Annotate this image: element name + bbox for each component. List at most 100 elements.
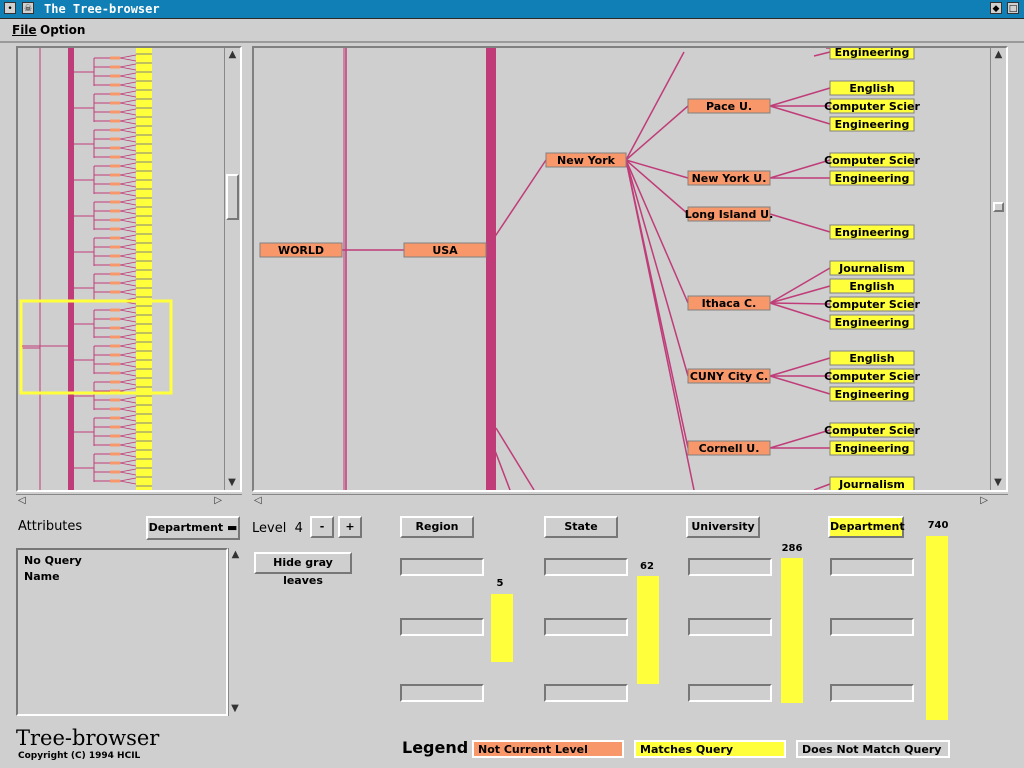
node-department[interactable]: Engineering (829, 170, 915, 186)
scroll-up-arrow-icon[interactable]: ▲ (225, 48, 240, 62)
svg-text:Computer Scier: Computer Scier (824, 370, 920, 383)
tree-view-panel[interactable]: WORLD USA New York Pace U. New York U. Long I… (252, 46, 1008, 492)
scroll-left-arrow-icon[interactable]: ◁ (254, 494, 262, 508)
svg-text:Computer Scier: Computer Scier (824, 154, 920, 167)
node-department[interactable]: Engineering (829, 116, 915, 132)
svg-text:Computer Scier: Computer Scier (824, 100, 920, 113)
overview-vscrollbar[interactable]: ▲ ▼ (224, 48, 240, 490)
node-university[interactable]: New York U. (687, 170, 771, 186)
minimize-button[interactable]: ◆ (990, 2, 1002, 14)
hide-gray-leaves-button[interactable]: Hide gray leaves (254, 552, 352, 587)
node-university[interactable]: Cornell U. (687, 440, 771, 456)
copyright-text: Copyright (C) 1994 HCIL (18, 751, 141, 761)
node-department[interactable]: English (829, 350, 915, 366)
node-department[interactable]: Computer Scier (824, 422, 921, 438)
university-filter-bottom[interactable] (688, 684, 772, 702)
attribute-item-name[interactable]: Name (24, 569, 220, 585)
svg-text:WORLD: WORLD (278, 244, 324, 257)
department-filter-top[interactable] (830, 558, 914, 576)
state-count: 62 (640, 561, 654, 572)
svg-text:English: English (849, 82, 894, 95)
node-department[interactable]: English (829, 278, 915, 294)
maximize-button[interactable]: □ (1007, 2, 1019, 14)
region-filter-top[interactable] (400, 558, 484, 576)
tree-hscrollbar[interactable]: ◁ ▷ (252, 494, 1008, 508)
svg-text:Engineering: Engineering (835, 48, 910, 59)
node-department[interactable]: Computer Scier (824, 98, 921, 114)
node-department[interactable]: Computer Scier (824, 368, 921, 384)
level-decrease-button[interactable]: - (310, 516, 334, 538)
department-count-bar (926, 536, 948, 720)
university-count-bar (781, 558, 803, 703)
state-filter-mid[interactable] (544, 618, 628, 636)
scroll-up-arrow-icon[interactable]: ▲ (229, 548, 242, 562)
level-increase-button[interactable]: + (338, 516, 362, 538)
node-department[interactable]: Engineering (829, 224, 915, 240)
department-filter-bottom[interactable] (830, 684, 914, 702)
svg-text:New York U.: New York U. (692, 172, 767, 185)
svg-text:USA: USA (432, 244, 458, 257)
attributes-vscrollbar[interactable]: ▲ ▼ (228, 548, 242, 716)
attribute-item-no-query[interactable]: No Query (24, 553, 220, 569)
department-button[interactable]: Department (828, 516, 905, 538)
node-department[interactable]: Computer Scier (824, 152, 921, 168)
title-bar: • ☠ The Tree-browser ◆ □ (0, 0, 1024, 19)
scroll-right-arrow-icon[interactable]: ▷ (980, 494, 988, 508)
node-usa[interactable]: USA (403, 242, 487, 258)
department-count: 740 (927, 520, 949, 531)
region-button[interactable]: Region (400, 516, 474, 538)
scroll-down-arrow-icon[interactable]: ▼ (229, 702, 241, 716)
menu-file[interactable]: File (12, 23, 37, 37)
node-department[interactable]: Engineering (829, 386, 915, 402)
svg-text:Ithaca C.: Ithaca C. (702, 297, 757, 310)
node-university[interactable]: Ithaca C. (687, 295, 771, 311)
university-filter-mid[interactable] (688, 618, 772, 636)
window-menu-button[interactable]: • (4, 2, 16, 14)
svg-text:Computer Scier: Computer Scier (824, 298, 920, 311)
tree-vscrollbar[interactable]: ▲ ▼ (990, 48, 1006, 490)
node-department[interactable]: Engineering (829, 314, 915, 330)
overview-vscroll-thumb[interactable] (226, 174, 239, 220)
svg-text:Computer Scier: Computer Scier (824, 424, 920, 437)
svg-text:Cornell U.: Cornell U. (699, 442, 760, 455)
department-filter-mid[interactable] (830, 618, 914, 636)
node-department[interactable]: Journalism (829, 476, 915, 490)
state-filter-bottom[interactable] (544, 684, 628, 702)
menu-bar: File Option (0, 19, 1024, 43)
region-filter-bottom[interactable] (400, 684, 484, 702)
region-filter-mid[interactable] (400, 618, 484, 636)
tree-vscroll-thumb[interactable] (993, 202, 1004, 212)
scroll-up-arrow-icon[interactable]: ▲ (991, 48, 1006, 62)
level-label: Level 4 (252, 521, 303, 536)
menu-option[interactable]: Option (40, 23, 85, 37)
scroll-left-arrow-icon[interactable]: ◁ (18, 494, 26, 508)
attributes-list[interactable]: No Query Name (16, 548, 228, 716)
university-filter-top[interactable] (688, 558, 772, 576)
node-department[interactable]: English (829, 80, 915, 96)
university-button[interactable]: University (686, 516, 760, 538)
node-department[interactable]: Computer Scier (824, 296, 921, 312)
attribute-dropdown[interactable]: Department ▬ (146, 516, 240, 540)
node-university[interactable]: Pace U. (687, 98, 771, 114)
node-department[interactable]: Engineering (829, 48, 915, 60)
overview-panel[interactable]: ▲ ▼ (16, 46, 242, 492)
svg-text:Engineering: Engineering (835, 226, 910, 239)
tree-view[interactable]: WORLD USA New York Pace U. New York U. Long I… (254, 48, 990, 490)
node-university[interactable]: CUNY City C. (687, 368, 771, 384)
overview-hscrollbar[interactable]: ◁ ▷ (16, 494, 242, 508)
scroll-right-arrow-icon[interactable]: ▷ (214, 494, 222, 508)
node-department[interactable]: Engineering (829, 440, 915, 456)
overview-tree[interactable] (18, 48, 224, 490)
node-university[interactable]: Long Island U. (685, 206, 774, 222)
state-filter-top[interactable] (544, 558, 628, 576)
scroll-down-arrow-icon[interactable]: ▼ (991, 476, 1005, 490)
node-world[interactable]: WORLD (259, 242, 343, 258)
scroll-down-arrow-icon[interactable]: ▼ (225, 476, 239, 490)
attribute-dropdown-value: Department (148, 521, 224, 534)
legend-title: Legend (402, 738, 469, 757)
svg-text:New York: New York (557, 154, 616, 167)
node-department[interactable]: Journalism (829, 260, 915, 276)
state-button[interactable]: State (544, 516, 618, 538)
region-count: 5 (496, 578, 504, 589)
node-new-york[interactable]: New York (545, 152, 627, 168)
